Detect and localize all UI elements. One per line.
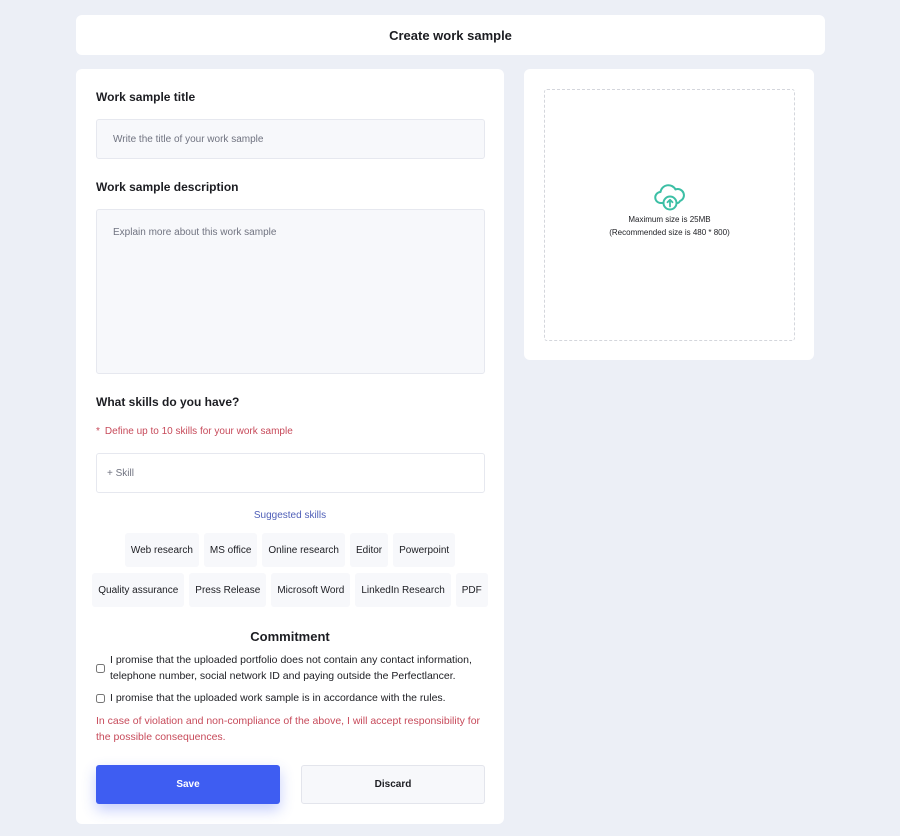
skill-chip[interactable]: LinkedIn Research [355,573,451,607]
suggested-skills-title: Suggested skills [253,510,327,521]
page-title: Create work sample [389,27,512,43]
suggested-skills-row-1: Web research MS office Online research E… [76,533,504,567]
recommended-size-text: (Recommended size is 480 * 800) [609,228,730,237]
commitment-item-contact-info[interactable]: I promise that the uploaded portfolio do… [96,652,491,684]
suggested-skills-row-2: Quality assurance Press Release Microsof… [76,573,504,607]
skill-input[interactable] [96,453,485,493]
description-textarea[interactable] [96,209,485,374]
skills-hint: * Define up to 10 skills for your work sa… [96,426,293,437]
description-label: Work sample description [96,180,239,194]
skill-chip[interactable]: MS office [203,533,258,567]
skill-chip[interactable]: PDF [455,573,488,607]
skill-chip[interactable]: Web research [124,533,199,567]
skill-chip[interactable]: Powerpoint [393,533,456,567]
commitment-text: I promise that the uploaded work sample … [110,692,446,704]
title-label: Work sample title [96,90,196,104]
required-star-icon: * [96,426,100,437]
cloud-upload-icon [653,184,685,211]
commitment-item-rules[interactable]: I promise that the uploaded work sample … [96,690,491,706]
upload-dropzone[interactable]: Maximum size is 25MB (Recommended size i… [544,89,795,341]
page-header: Create work sample [76,15,825,55]
skill-chip[interactable]: Press Release [189,573,267,607]
commitment-title: Commitment [250,629,330,644]
skill-chip[interactable]: Online research [262,533,345,567]
save-button[interactable]: Save [96,765,280,804]
work-sample-form: Work sample title Work sample descriptio… [76,69,504,824]
commitment-checkbox-rules[interactable] [96,693,105,703]
commitment-text: I promise that the uploaded portfolio do… [110,654,472,682]
discard-button[interactable]: Discard [301,765,485,804]
skills-label: What skills do you have? [96,395,240,409]
skill-chip[interactable]: Editor [350,533,389,567]
upload-card: Maximum size is 25MB (Recommended size i… [524,69,814,360]
skill-chip[interactable]: Microsoft Word [271,573,351,607]
max-size-text: Maximum size is 25MB [628,215,711,224]
commitment-checkbox-contact-info[interactable] [96,663,105,673]
responsibility-warning: In case of violation and non-compliance … [96,715,481,743]
skills-hint-text: Define up to 10 skills for your work sam… [104,426,293,437]
skill-chip[interactable]: Quality assurance [92,573,185,607]
title-input[interactable] [96,119,485,159]
